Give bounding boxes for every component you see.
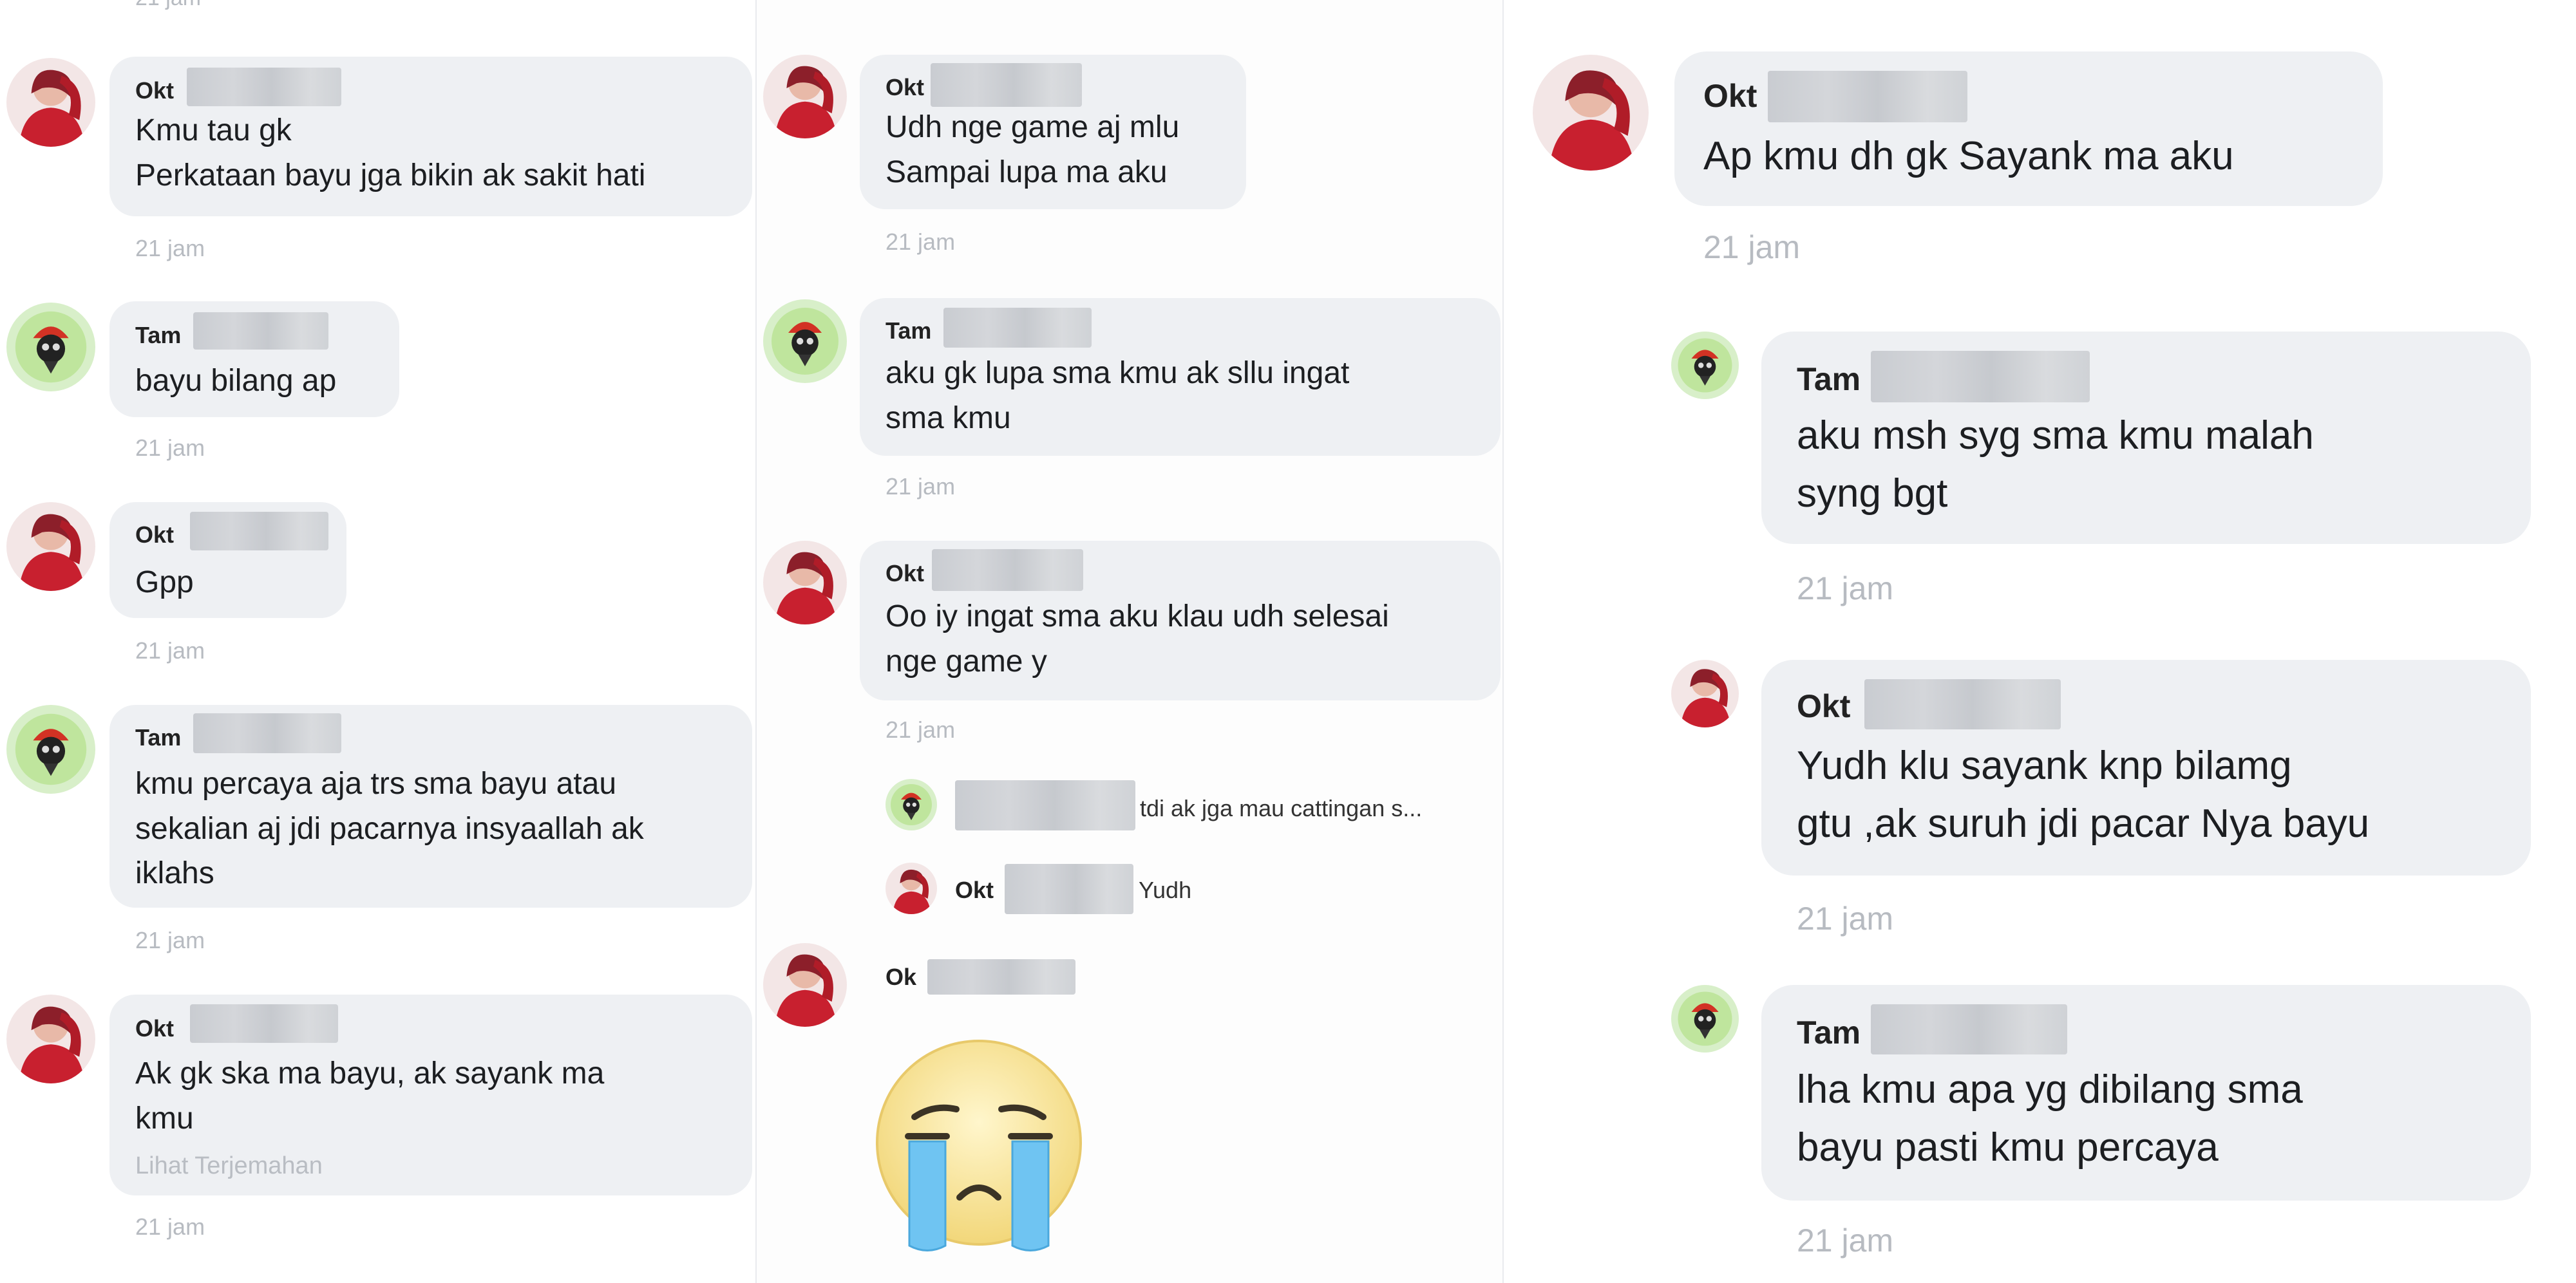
commenter-name[interactable]: Okt bbox=[955, 877, 994, 904]
user-avatar-okt[interactable] bbox=[1671, 660, 1739, 727]
comment-timestamp: 21 jam bbox=[135, 927, 205, 953]
reply-avatar-okt[interactable] bbox=[886, 863, 937, 914]
redacted-name-block bbox=[1864, 679, 2061, 729]
redacted-name-block bbox=[1005, 864, 1133, 914]
redacted-name-block bbox=[931, 63, 1082, 107]
commenter-name[interactable]: Okt bbox=[886, 560, 924, 587]
user-avatar-tam[interactable] bbox=[6, 705, 95, 794]
comment-text: Yudh klu sayank knp bilamg gtu ,ak suruh… bbox=[1797, 744, 2370, 846]
comment-text: kmu percaya aja trs sma bayu atau sekali… bbox=[135, 767, 644, 891]
comment-timestamp: 21 jam bbox=[1797, 901, 1894, 937]
redacted-name-block bbox=[943, 308, 1092, 348]
comment-text: aku gk lupa sma kmu ak sllu ingat sma km… bbox=[886, 356, 1350, 435]
reply-preview-text[interactable]: Yudh bbox=[1139, 877, 1191, 904]
user-avatar-tam[interactable] bbox=[763, 299, 847, 383]
user-avatar-okt[interactable] bbox=[763, 943, 847, 1027]
comment-timestamp: 21 jam bbox=[135, 435, 205, 461]
commenter-name[interactable]: Okt bbox=[1797, 688, 1850, 725]
comment-timestamp: 21 jam bbox=[1703, 229, 1801, 265]
commenter-name[interactable]: Okt bbox=[886, 74, 924, 101]
user-avatar-okt[interactable] bbox=[763, 55, 847, 138]
comment-timestamp: 21 jam bbox=[135, 235, 205, 261]
comment-timestamp: 21 jam bbox=[886, 229, 956, 255]
redacted-name-block bbox=[1871, 351, 2090, 402]
redacted-name-block bbox=[1768, 71, 1967, 122]
user-avatar-tam[interactable] bbox=[6, 303, 95, 391]
comment-timestamp: 21 jam bbox=[1797, 1222, 1894, 1259]
user-avatar-okt[interactable] bbox=[6, 58, 95, 147]
comment-text: Udh nge game aj mlu Sampai lupa ma aku bbox=[886, 110, 1180, 189]
user-avatar-tam[interactable] bbox=[1671, 332, 1739, 399]
comment-panel-2: Okt Udh nge game aj mlu Sampai lupa ma a… bbox=[757, 0, 1504, 1283]
commenter-name[interactable]: Okt bbox=[1703, 77, 1757, 115]
commenter-name[interactable]: Okt bbox=[135, 1015, 174, 1042]
see-translation-link[interactable]: Lihat Terjemahan bbox=[135, 1152, 323, 1180]
commenter-name[interactable]: Okt bbox=[135, 77, 174, 104]
commenter-name[interactable]: Tam bbox=[135, 322, 181, 349]
redacted-name-block bbox=[193, 713, 341, 753]
crying-face-sticker bbox=[869, 1033, 1088, 1252]
redacted-name-block bbox=[955, 780, 1135, 830]
redacted-name-block bbox=[193, 312, 328, 350]
comment-text: lha kmu apa yg dibilang sma bayu pasti k… bbox=[1797, 1067, 2303, 1170]
comment-text: aku msh syg sma kmu malah syng bgt bbox=[1797, 413, 2314, 516]
comment-text: Oo iy ingat sma aku klau udh selesai nge… bbox=[886, 599, 1389, 679]
comment-timestamp: 21 jam bbox=[135, 0, 201, 11]
reply-avatar-tam[interactable] bbox=[886, 779, 937, 830]
comment-text: bayu bilang ap bbox=[135, 364, 337, 398]
commenter-name[interactable]: Tam bbox=[1797, 361, 1861, 398]
comment-timestamp: 21 jam bbox=[886, 716, 956, 743]
user-avatar-okt[interactable] bbox=[6, 995, 95, 1083]
comment-timestamp: 21 jam bbox=[1797, 570, 1894, 606]
user-avatar-okt[interactable] bbox=[1533, 55, 1649, 171]
user-avatar-tam[interactable] bbox=[1671, 985, 1739, 1053]
commenter-name[interactable]: Tam bbox=[1797, 1014, 1861, 1051]
commenter-name[interactable]: Okt bbox=[135, 521, 174, 548]
commenter-name[interactable]: Ok bbox=[886, 964, 916, 991]
redacted-name-block bbox=[190, 512, 328, 550]
redacted-name-block bbox=[187, 68, 341, 106]
comment-timestamp: 21 jam bbox=[886, 473, 956, 500]
redacted-name-block bbox=[190, 1004, 338, 1043]
comment-text: Ak gk ska ma bayu, ak sayank ma kmu bbox=[135, 1056, 605, 1136]
user-avatar-okt[interactable] bbox=[6, 502, 95, 591]
reply-preview-text[interactable]: tdi ak jga mau cattingan s... bbox=[1140, 795, 1422, 822]
comment-text: Gpp bbox=[135, 565, 194, 599]
user-avatar-okt[interactable] bbox=[763, 541, 847, 624]
commenter-name[interactable]: Tam bbox=[135, 724, 181, 751]
redacted-name-block bbox=[1871, 1004, 2067, 1054]
comment-text: Ap kmu dh gk Sayank ma aku bbox=[1703, 134, 2234, 178]
redacted-name-block bbox=[927, 959, 1075, 995]
comment-timestamp: 21 jam bbox=[135, 1213, 205, 1240]
comment-panel-3: Okt Ap kmu dh gk Sayank ma aku 21 jam Ta… bbox=[1504, 0, 2576, 1283]
comment-timestamp: 21 jam bbox=[135, 637, 205, 664]
comment-text: Kmu tau gk Perkataan bayu jga bikin ak s… bbox=[135, 113, 646, 192]
comment-panel-1: 21 jam Okt Kmu tau gk Perkataan bayu jga… bbox=[0, 0, 757, 1283]
commenter-name[interactable]: Tam bbox=[886, 317, 931, 344]
redacted-name-block bbox=[932, 549, 1083, 591]
